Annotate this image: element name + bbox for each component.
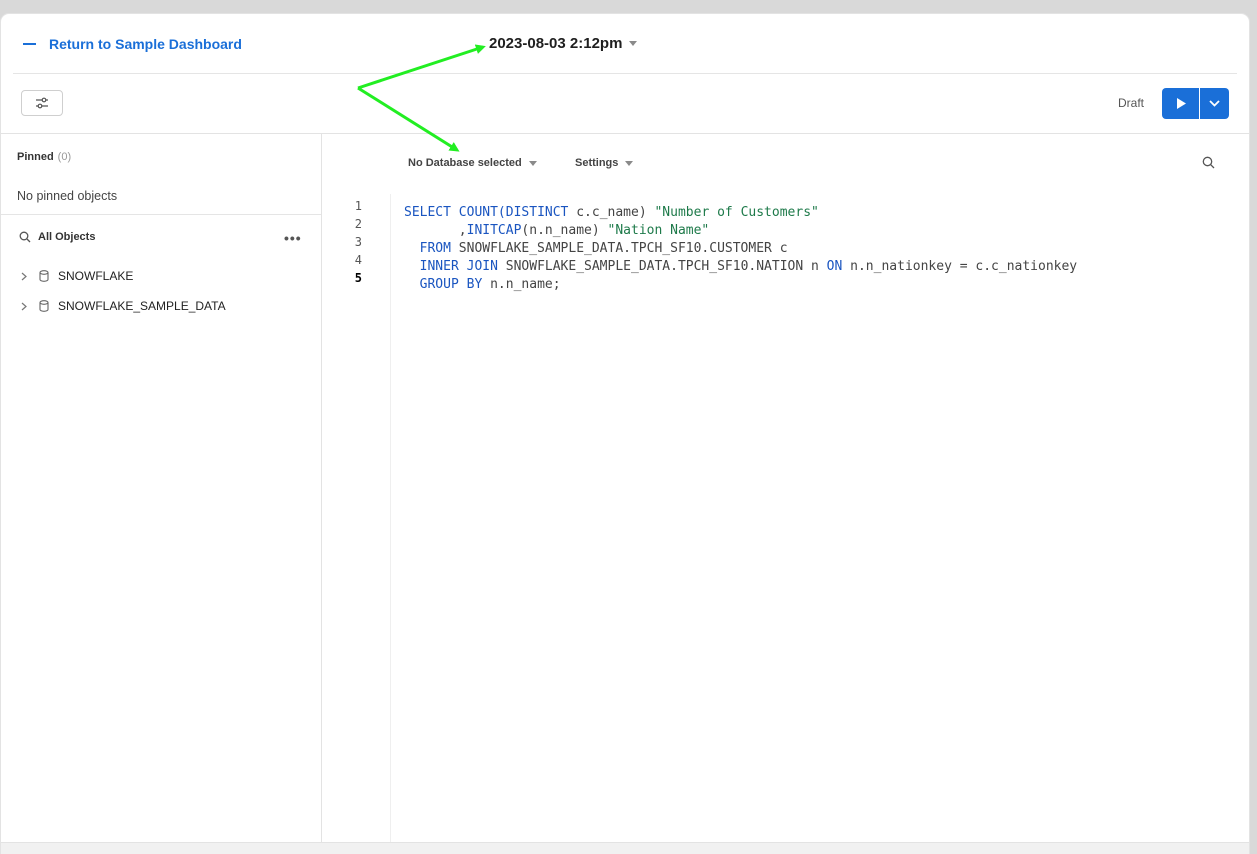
search-icon: [1202, 156, 1215, 169]
sql-keyword: FROM: [419, 241, 451, 256]
sql-string: "Nation Name": [607, 223, 710, 238]
all-objects-label: All Objects: [38, 231, 96, 243]
editor-toolbar: No Database selected Settings: [322, 134, 1249, 194]
run-options-button[interactable]: [1200, 88, 1229, 119]
line-number-gutter: 1 2 3 4 5: [322, 194, 391, 854]
line-number: 3: [354, 235, 362, 249]
pinned-header: Pinned (0): [17, 151, 71, 163]
caret-down-icon: [625, 160, 634, 166]
sql-keyword: INITCAP: [466, 223, 522, 238]
results-panel-edge: [1, 842, 1249, 854]
run-button[interactable]: [1162, 88, 1199, 119]
sql-text: n.n_name;: [482, 277, 561, 292]
line-number-active: 5: [354, 271, 362, 285]
database-icon: [39, 270, 49, 282]
worksheet-title: 2023-08-03 2:12pm: [489, 35, 623, 52]
database-selector-label: No Database selected: [408, 157, 522, 169]
sql-keyword: ON: [826, 259, 843, 274]
database-item-snowflake[interactable]: SNOWFLAKE: [21, 269, 133, 283]
search-icon: [19, 231, 31, 243]
database-name: SNOWFLAKE: [58, 269, 134, 283]
worksheet-window: Return to Sample Dashboard 2023-08-03 2:…: [1, 14, 1249, 854]
settings-dropdown[interactable]: Settings: [575, 157, 634, 169]
all-objects-search[interactable]: All Objects: [19, 231, 95, 243]
sql-text: ,: [404, 223, 467, 238]
pinned-count: (0): [57, 151, 72, 163]
caret-down-icon: [629, 41, 638, 46]
return-link-label: Return to Sample Dashboard: [49, 36, 242, 52]
code-line: ,INITCAP(n.n_name) "Nation Name": [404, 222, 1077, 240]
sql-keyword: SELECT: [404, 205, 459, 220]
worksheet-toolbar: Draft: [1, 74, 1249, 133]
sql-text: c.c_name): [568, 205, 655, 220]
sidebar-divider: [1, 214, 321, 215]
sql-keyword: DISTINCT: [505, 205, 569, 220]
line-number: 1: [354, 199, 362, 213]
sql-text: SNOWFLAKE_SAMPLE_DATA.TPCH_SF10.NATION n: [497, 259, 827, 274]
code-line: INNER JOIN SNOWFLAKE_SAMPLE_DATA.TPCH_SF…: [404, 258, 1077, 276]
draft-status: Draft: [1118, 96, 1145, 110]
database-item-snowflake-sample-data[interactable]: SNOWFLAKE_SAMPLE_DATA: [21, 299, 226, 313]
more-options-icon[interactable]: •••: [284, 230, 302, 246]
sliders-icon: [36, 97, 48, 109]
object-explorer-sidebar: Pinned (0) No pinned objects All Objects …: [1, 134, 322, 854]
return-to-dashboard-link[interactable]: Return to Sample Dashboard: [23, 36, 242, 52]
line-number: 4: [354, 253, 362, 267]
sql-text: n.n_nationkey = c.c_nationkey: [842, 259, 1078, 274]
chevron-down-icon: [1209, 100, 1220, 107]
sql-string: "Number of Customers": [654, 205, 819, 220]
sql-keyword: GROUP BY: [419, 277, 483, 292]
worksheet-title-dropdown[interactable]: 2023-08-03 2:12pm: [489, 35, 638, 52]
pinned-label: Pinned: [17, 151, 54, 163]
sql-keyword: INNER JOIN: [419, 259, 498, 274]
code-line: GROUP BY n.n_name;: [404, 276, 1077, 294]
sql-text: (n.n_name): [521, 223, 608, 238]
chevron-right-icon: [21, 302, 33, 311]
sql-text: SNOWFLAKE_SAMPLE_DATA.TPCH_SF10.CUSTOMER…: [450, 241, 788, 256]
line-number: 2: [354, 217, 362, 231]
sql-keyword: COUNT(: [458, 205, 506, 220]
sql-editor[interactable]: SELECT COUNT(DISTINCT c.c_name) "Number …: [404, 204, 1077, 294]
minus-icon: [23, 43, 36, 45]
database-name: SNOWFLAKE_SAMPLE_DATA: [58, 299, 226, 313]
editor-search-button[interactable]: [1202, 156, 1215, 174]
database-icon: [39, 300, 49, 312]
filters-button[interactable]: [21, 90, 63, 116]
code-line: SELECT COUNT(DISTINCT c.c_name) "Number …: [404, 204, 1077, 222]
chevron-right-icon: [21, 272, 33, 281]
caret-down-icon: [528, 160, 537, 166]
settings-label: Settings: [575, 157, 619, 169]
play-icon: [1176, 98, 1186, 109]
code-line: FROM SNOWFLAKE_SAMPLE_DATA.TPCH_SF10.CUS…: [404, 240, 1077, 258]
no-pinned-message: No pinned objects: [17, 189, 118, 203]
database-selector-dropdown[interactable]: No Database selected: [408, 157, 537, 169]
top-bar: Return to Sample Dashboard 2023-08-03 2:…: [1, 14, 1249, 74]
